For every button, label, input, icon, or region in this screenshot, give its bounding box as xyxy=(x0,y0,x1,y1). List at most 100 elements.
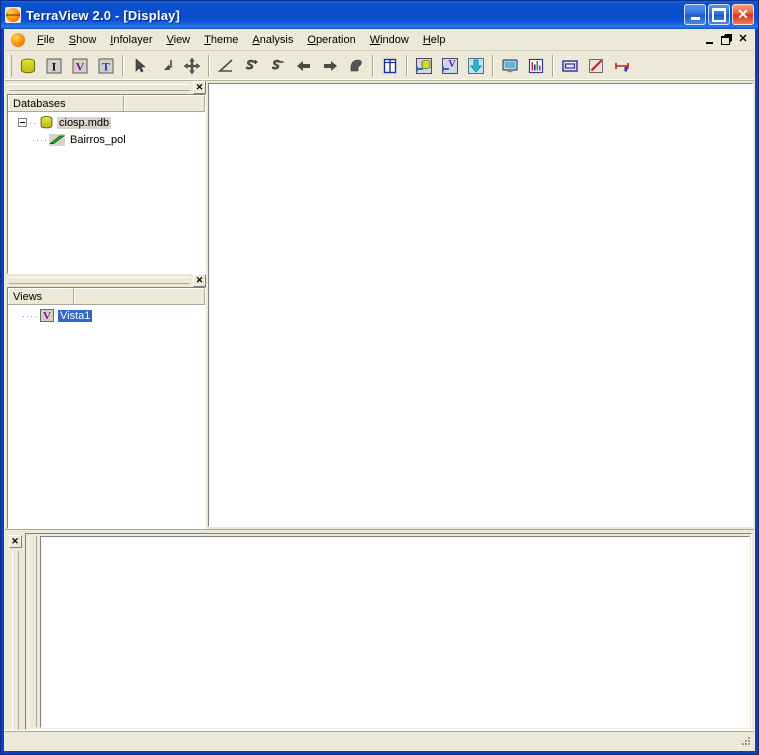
toolbar-separator xyxy=(122,54,124,77)
mdi-minimize-button[interactable] xyxy=(701,32,717,47)
views-tree[interactable]: ···· V Vista1 xyxy=(8,305,205,528)
forward-arrow-icon[interactable] xyxy=(318,54,342,78)
bottom-panel-body xyxy=(25,533,752,730)
import-view-icon[interactable]: V xyxy=(438,54,462,78)
databases-panel-close-icon[interactable]: ✕ xyxy=(193,81,206,94)
menu-item-theme[interactable]: Theme xyxy=(197,31,245,49)
work-region: ✕ Databases ·· ciosp.mdb ···· Bairros_po… xyxy=(5,81,754,750)
infolayer-icon[interactable]: I xyxy=(42,54,66,78)
menu-item-view[interactable]: View xyxy=(159,31,197,49)
svg-text:V: V xyxy=(43,310,51,322)
client-area: File Show Infolayer View Theme Analysis … xyxy=(4,29,755,751)
views-panel: ✕ Views ···· V Vista1 xyxy=(5,274,208,529)
database-icon[interactable] xyxy=(16,54,40,78)
bottom-panel-dock-strip: ✕ xyxy=(7,533,23,730)
mdi-restore-button[interactable] xyxy=(718,32,734,47)
view-v-icon: V xyxy=(39,309,55,323)
menu-item-file[interactable]: File xyxy=(30,31,62,49)
window-controls: ✕ xyxy=(684,4,754,25)
edit-pencil-icon[interactable] xyxy=(584,54,608,78)
bottom-panel-grip[interactable] xyxy=(11,551,19,730)
database-cylinder-icon xyxy=(38,116,54,130)
display-monitor-icon[interactable] xyxy=(498,54,522,78)
databases-column-headers: Databases xyxy=(8,95,205,112)
upper-region: ✕ Databases ·· ciosp.mdb ···· Bairros_po… xyxy=(5,81,754,529)
svg-text:V: V xyxy=(448,59,456,70)
mdi-child-icon[interactable] xyxy=(10,32,26,48)
toolbar-grip[interactable] xyxy=(8,54,12,77)
pan-move-icon[interactable] xyxy=(180,54,204,78)
toolbar-separator xyxy=(372,54,374,77)
views-panel-body: Views ···· V Vista1 xyxy=(7,287,206,529)
maximize-button[interactable] xyxy=(708,4,730,25)
mdi-window-controls: ✕ xyxy=(701,32,751,47)
views-panel-close-icon[interactable]: ✕ xyxy=(193,274,206,287)
zoom-out-icon[interactable] xyxy=(266,54,290,78)
tree-item-bairros-pol[interactable]: ···· Bairros_pol xyxy=(8,131,205,148)
menu-item-show[interactable]: Show xyxy=(62,31,104,49)
tree-item-ciosp-mdb[interactable]: ·· ciosp.mdb xyxy=(8,114,205,131)
bottom-panel-content[interactable] xyxy=(40,536,750,728)
pan-hand-icon[interactable] xyxy=(344,54,368,78)
close-button[interactable]: ✕ xyxy=(732,4,754,25)
close-icon: ✕ xyxy=(737,6,749,22)
tree-item-vista1[interactable]: ···· V Vista1 xyxy=(8,307,205,324)
tree-item-label: Bairros_pol xyxy=(70,133,126,146)
ruler-scale-icon[interactable] xyxy=(610,54,634,78)
menu-bar: File Show Infolayer View Theme Analysis … xyxy=(5,30,754,51)
toolbar-separator xyxy=(208,54,210,77)
views-panel-grip[interactable] xyxy=(9,277,190,284)
menu-item-infolayer[interactable]: Infolayer xyxy=(103,31,159,49)
mdi-close-button[interactable]: ✕ xyxy=(735,32,751,47)
chart-bars-icon[interactable] xyxy=(524,54,548,78)
expander-collapse-icon[interactable] xyxy=(18,118,27,127)
title-bar: TerraView 2.0 - [Display] ✕ xyxy=(1,1,758,29)
tree-dotline: ···· xyxy=(22,310,38,321)
bottom-dock-region: ✕ xyxy=(5,529,754,730)
zoom-in-icon[interactable] xyxy=(240,54,264,78)
databases-column-header-extra[interactable] xyxy=(124,95,205,111)
polygon-layer-icon xyxy=(49,133,65,147)
menu-item-analysis[interactable]: Analysis xyxy=(245,31,300,49)
pointer-arrow-icon[interactable] xyxy=(128,54,152,78)
views-column-header-name[interactable]: Views xyxy=(8,288,74,304)
svg-text:V: V xyxy=(76,59,85,73)
databases-panel-grip[interactable] xyxy=(9,84,190,91)
svg-text:T: T xyxy=(102,59,110,73)
tree-dotline: ·· xyxy=(29,117,37,128)
area-select-icon[interactable] xyxy=(154,54,178,78)
resize-grip[interactable] xyxy=(738,735,752,749)
menu-item-window[interactable]: Window xyxy=(363,31,416,49)
left-dock-column: ✕ Databases ·· ciosp.mdb ···· Bairros_po… xyxy=(5,81,208,529)
back-arrow-icon[interactable] xyxy=(292,54,316,78)
import-data-icon[interactable] xyxy=(464,54,488,78)
display-canvas[interactable] xyxy=(208,83,753,527)
status-bar xyxy=(5,730,754,750)
view-icon[interactable]: V xyxy=(68,54,92,78)
split-panel-icon[interactable] xyxy=(378,54,402,78)
bottom-panel-inner-grip[interactable] xyxy=(28,536,37,727)
bottom-panel-close-icon[interactable]: ✕ xyxy=(8,535,22,548)
views-panel-titlebar: ✕ xyxy=(7,274,206,287)
menu-item-help[interactable]: Help xyxy=(416,31,453,49)
measure-distance-icon[interactable] xyxy=(214,54,238,78)
views-column-header-extra[interactable] xyxy=(74,288,205,304)
toolbar-separator xyxy=(406,54,408,77)
menu-item-operation[interactable]: Operation xyxy=(300,31,362,49)
databases-tree[interactable]: ·· ciosp.mdb ···· Bairros_pol xyxy=(8,112,205,273)
window-title: TerraView 2.0 - [Display] xyxy=(26,7,181,23)
toolbar-separator xyxy=(552,54,554,77)
databases-panel-body: Databases ·· ciosp.mdb ···· Bairros_pol xyxy=(7,94,206,274)
svg-text:I: I xyxy=(52,59,57,73)
mdi-close-icon: ✕ xyxy=(738,33,748,45)
views-column-headers: Views xyxy=(8,288,205,305)
databases-column-header-name[interactable]: Databases xyxy=(8,95,124,111)
terraview-globe-icon xyxy=(5,7,21,23)
tree-dotline: ···· xyxy=(32,134,48,145)
main-toolbar: I V T V xyxy=(5,51,754,81)
table-window-icon[interactable] xyxy=(558,54,582,78)
theme-icon[interactable]: T xyxy=(94,54,118,78)
minimize-button[interactable] xyxy=(684,4,706,25)
import-database-icon[interactable] xyxy=(412,54,436,78)
toolbar-separator xyxy=(492,54,494,77)
